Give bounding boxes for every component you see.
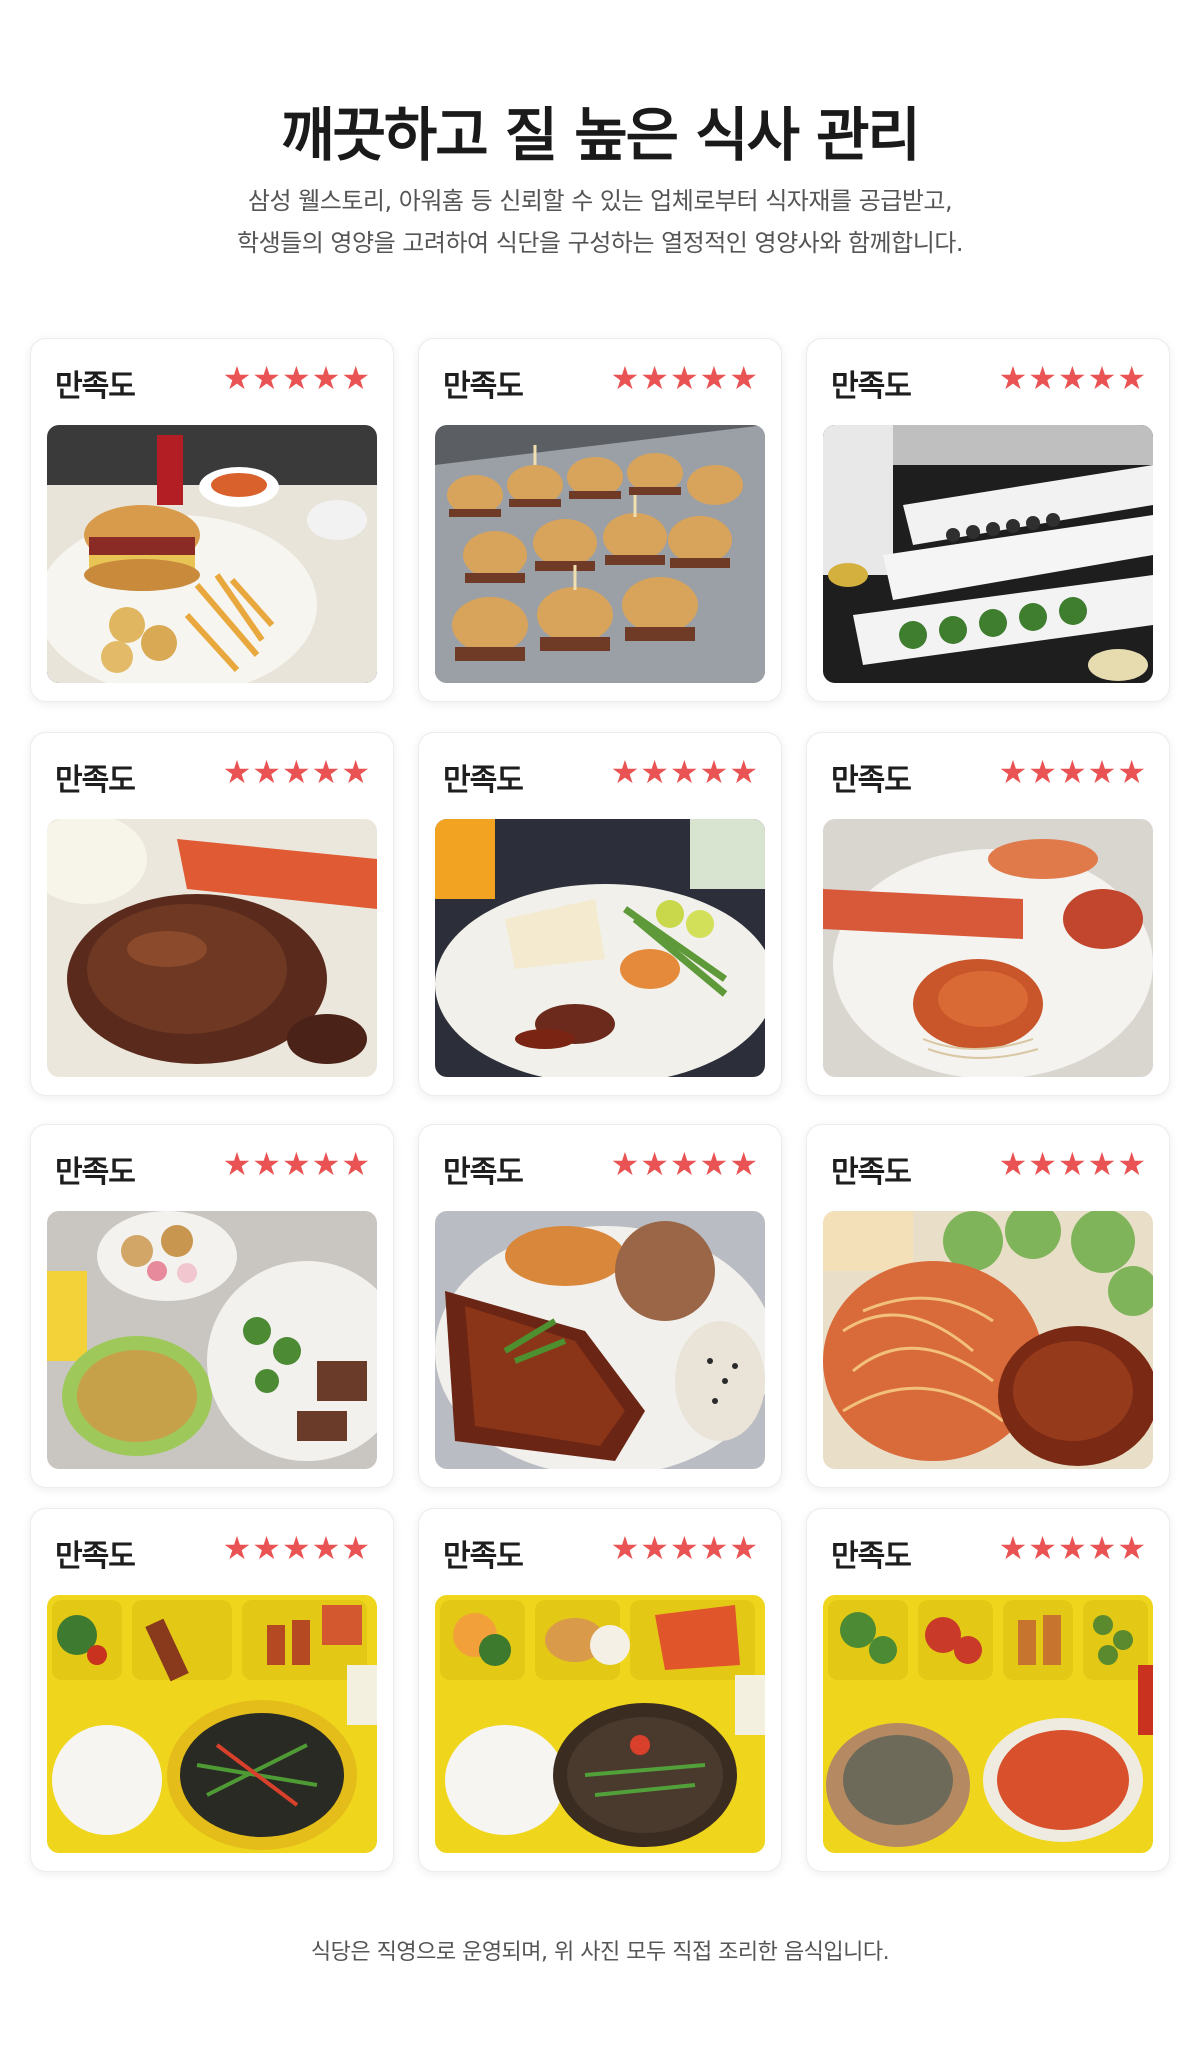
satisfaction-label: 만족도 — [55, 763, 136, 798]
rating-stars: ★★★★★ — [610, 1529, 759, 1567]
satisfaction-label: 만족도 — [443, 1539, 524, 1574]
meal-card: 만족도 ★★★★★ — [30, 1124, 394, 1488]
meal-photo — [47, 1211, 377, 1469]
rating-stars: ★★★★★ — [222, 1529, 371, 1567]
page-title: 깨끗하고 질 높은 식사 관리 — [281, 101, 921, 169]
rating-stars: ★★★★★ — [998, 753, 1147, 791]
meal-photo — [823, 1211, 1153, 1469]
rating-stars: ★★★★★ — [998, 1529, 1147, 1567]
rating-stars: ★★★★★ — [222, 359, 371, 397]
card-header: 만족도 ★★★★★ — [31, 339, 393, 425]
card-header: 만족도 ★★★★★ — [31, 1509, 393, 1595]
card-header: 만족도 ★★★★★ — [419, 1509, 781, 1595]
meal-photo — [435, 1595, 765, 1853]
rating-stars: ★★★★★ — [998, 1145, 1147, 1183]
satisfaction-label: 만족도 — [55, 1155, 136, 1190]
rating-stars: ★★★★★ — [998, 359, 1147, 397]
card-header: 만족도 ★★★★★ — [807, 733, 1169, 819]
meal-photo — [823, 425, 1153, 683]
rating-stars: ★★★★★ — [222, 1145, 371, 1183]
meal-photo — [47, 819, 377, 1077]
card-header: 만족도 ★★★★★ — [419, 1125, 781, 1211]
meal-card: 만족도 ★★★★★ — [418, 732, 782, 1096]
card-header: 만족도 ★★★★★ — [419, 733, 781, 819]
satisfaction-label: 만족도 — [831, 369, 912, 404]
meal-gallery: 만족도 ★★★★★ 만족도 ★★★★★ 만족도 ★★★★★ 만족도 ★★★★★ … — [30, 338, 1170, 1873]
meal-photo — [435, 1211, 765, 1469]
meal-photo — [435, 819, 765, 1077]
meal-card: 만족도 ★★★★★ — [30, 732, 394, 1096]
meal-card: 만족도 ★★★★★ — [806, 1508, 1170, 1872]
card-header: 만족도 ★★★★★ — [31, 1125, 393, 1211]
satisfaction-label: 만족도 — [55, 369, 136, 404]
rating-stars: ★★★★★ — [222, 753, 371, 791]
satisfaction-label: 만족도 — [831, 763, 912, 798]
card-header: 만족도 ★★★★★ — [419, 339, 781, 425]
satisfaction-label: 만족도 — [443, 763, 524, 798]
card-header: 만족도 ★★★★★ — [807, 1125, 1169, 1211]
card-header: 만족도 ★★★★★ — [31, 733, 393, 819]
satisfaction-label: 만족도 — [443, 369, 524, 404]
meal-photo — [823, 819, 1153, 1077]
meal-photo — [47, 425, 377, 683]
meal-card: 만족도 ★★★★★ — [418, 1124, 782, 1488]
page-subtitle: 삼성 웰스토리, 아워홈 등 신뢰할 수 있는 업체로부터 식자재를 공급받고,… — [0, 180, 1200, 264]
card-header: 만족도 ★★★★★ — [807, 339, 1169, 425]
satisfaction-label: 만족도 — [443, 1155, 524, 1190]
rating-stars: ★★★★★ — [610, 753, 759, 791]
meal-card: 만족도 ★★★★★ — [418, 1508, 782, 1872]
meal-card: 만족도 ★★★★★ — [806, 732, 1170, 1096]
meal-photo — [823, 1595, 1153, 1853]
satisfaction-label: 만족도 — [831, 1155, 912, 1190]
meal-card: 만족도 ★★★★★ — [806, 1124, 1170, 1488]
satisfaction-label: 만족도 — [55, 1539, 136, 1574]
card-header: 만족도 ★★★★★ — [807, 1509, 1169, 1595]
subtitle-line-1: 삼성 웰스토리, 아워홈 등 신뢰할 수 있는 업체로부터 식자재를 공급받고, — [247, 187, 953, 215]
meal-card: 만족도 ★★★★★ — [806, 338, 1170, 702]
satisfaction-label: 만족도 — [831, 1539, 912, 1574]
meal-card: 만족도 ★★★★★ — [30, 338, 394, 702]
meal-card: 만족도 ★★★★★ — [418, 338, 782, 702]
meal-card: 만족도 ★★★★★ — [30, 1508, 394, 1872]
rating-stars: ★★★★★ — [610, 1145, 759, 1183]
rating-stars: ★★★★★ — [610, 359, 759, 397]
footer-note: 식당은 직영으로 운영되며, 위 사진 모두 직접 조리한 음식입니다. — [310, 1940, 890, 1965]
subtitle-line-2: 학생들의 영양을 고려하여 식단을 구성하는 열정적인 영양사와 함께합니다. — [236, 229, 964, 257]
meal-photo — [435, 425, 765, 683]
meal-photo — [47, 1595, 377, 1853]
